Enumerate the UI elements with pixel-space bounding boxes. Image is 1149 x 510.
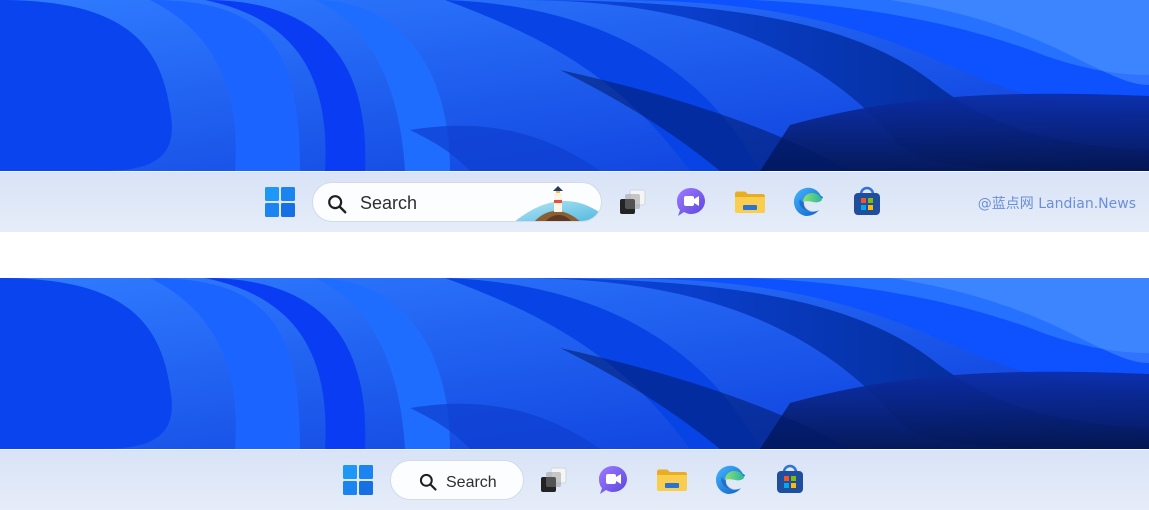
file-explorer-button[interactable] [733, 185, 767, 219]
taskbar: Search [0, 171, 1149, 232]
store-button[interactable] [773, 463, 807, 497]
edge-button[interactable] [714, 463, 748, 497]
file-explorer-button[interactable] [655, 463, 689, 497]
task-view-icon [620, 189, 646, 214]
taskbar-panel-top: Search @蓝点网 Landian.News [0, 0, 1149, 232]
taskbar-panel-bottom: Search [0, 278, 1149, 510]
search-label: Search [446, 474, 497, 491]
edge-browser-icon [716, 465, 745, 494]
store-bag-icon [777, 464, 803, 493]
desktop-wallpaper [0, 278, 1149, 449]
windows-logo-icon [265, 187, 295, 217]
folder-icon [657, 469, 687, 491]
chat-video-icon [599, 466, 627, 494]
store-button[interactable] [850, 185, 884, 219]
taskbar: Search [0, 449, 1149, 510]
lighthouse-illustration-icon [515, 186, 601, 221]
search-label: Search [360, 193, 418, 213]
search-icon [419, 473, 437, 491]
chat-button[interactable] [674, 185, 708, 219]
windows-logo-icon [343, 465, 373, 495]
watermark-text: @蓝点网 Landian.News [977, 196, 1136, 212]
task-view-icon [541, 467, 567, 492]
start-button[interactable] [341, 463, 375, 497]
taskbar-comparison-screen: Search @蓝点网 Landian.News Search [0, 0, 1149, 510]
search-box[interactable]: Search [312, 182, 602, 222]
edge-button[interactable] [792, 185, 826, 219]
wallpaper-bloom-art [0, 278, 1149, 449]
task-view-button[interactable] [616, 185, 650, 219]
store-bag-icon [854, 186, 880, 215]
chat-video-icon [677, 188, 705, 216]
edge-browser-icon [794, 187, 823, 216]
start-button[interactable] [263, 185, 297, 219]
task-view-button[interactable] [537, 463, 571, 497]
chat-button[interactable] [596, 463, 630, 497]
wallpaper-bloom-art [0, 0, 1149, 171]
desktop-wallpaper [0, 0, 1149, 171]
search-box[interactable]: Search [390, 460, 524, 500]
search-icon [328, 195, 347, 214]
folder-icon [735, 191, 765, 213]
